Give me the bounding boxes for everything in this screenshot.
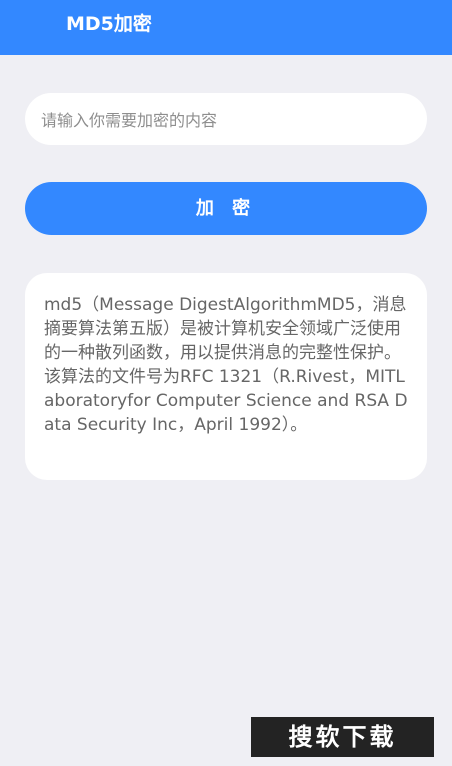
description-text: md5（Message DigestAlgorithmMD5，消息摘要算法第五版… [44, 295, 408, 435]
description-card: md5（Message DigestAlgorithmMD5，消息摘要算法第五版… [25, 273, 427, 480]
encrypt-button[interactable]: 加 密 [25, 182, 427, 235]
page-title: MD5加密 [66, 13, 152, 35]
encrypt-text-input[interactable] [39, 93, 417, 147]
encrypt-text-input-container[interactable] [25, 93, 427, 147]
watermark-logo: 搜软下载 [251, 717, 434, 757]
app-bar: MD5加密 [0, 0, 452, 55]
